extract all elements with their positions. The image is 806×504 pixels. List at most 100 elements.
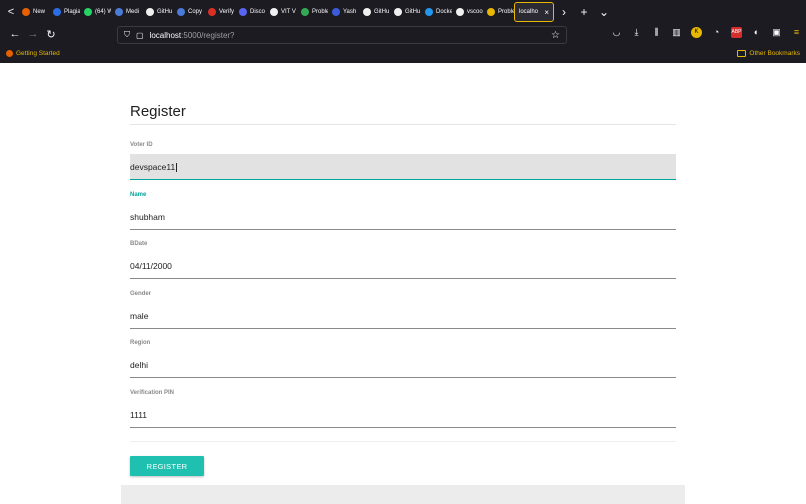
page-icon: ▢ (136, 30, 144, 40)
tab-label: Proble (498, 9, 514, 15)
url-host: localhost (149, 30, 182, 40)
close-icon[interactable]: × (544, 8, 549, 17)
tab-label: Disco (250, 9, 266, 15)
region-input[interactable]: delhi (130, 352, 676, 378)
tab-item[interactable]: Proble (297, 2, 328, 22)
region-field: Region delhi (130, 340, 676, 378)
tab-favicon-icon (208, 8, 216, 16)
container-icon[interactable]: ▣ (771, 27, 782, 38)
bdate-field: BDate 04/11/2000 (130, 241, 676, 279)
tab-favicon-icon (487, 8, 495, 16)
tab-favicon-icon (239, 8, 247, 16)
field-label: Verification PIN (130, 390, 175, 396)
extension-icon[interactable]: ◐ (751, 27, 762, 38)
tab-label: vscoo (467, 9, 483, 15)
adblock-icon[interactable]: ABP (731, 27, 742, 38)
tab-item[interactable]: VIT V (266, 2, 297, 22)
url-bar[interactable]: ⛉ ▢ localhost:5000/register? ☆ (117, 26, 567, 44)
tab-item[interactable]: Proble (483, 2, 514, 22)
title-divider (130, 124, 676, 125)
field-label: Voter ID (130, 142, 153, 148)
sidebar-icon[interactable]: ▥ (671, 27, 682, 38)
tab-item[interactable]: Docke (421, 2, 452, 22)
gender-input[interactable]: male (130, 303, 676, 329)
page-content: Register Voter ID devspace11 Name shubha… (0, 63, 806, 504)
tab-item[interactable]: (64) W (80, 2, 111, 22)
tab-item[interactable]: GitHu (142, 2, 173, 22)
tab-label: Plagia (64, 9, 80, 15)
toolbar: ◡ ⤓ ⫼ ▥ K ◔ ABP ◐ ▣ ≡ (611, 27, 802, 38)
field-label: BDate (130, 241, 148, 247)
gender-field: Gender male (130, 291, 676, 329)
shield-icon: ⛉ (124, 30, 130, 39)
menu-icon[interactable]: ≡ (791, 27, 802, 38)
form-divider (130, 441, 676, 442)
text-caret (176, 163, 178, 173)
tab-item[interactable]: Plagia (49, 2, 80, 22)
tab-label: Yash (343, 9, 357, 15)
tab-favicon-icon (146, 8, 154, 16)
tab-favicon-icon (394, 8, 402, 16)
download-icon[interactable]: ⤓ (631, 27, 642, 38)
tab-scroll-left-button[interactable]: < (4, 0, 18, 24)
bookmark-getting-started[interactable]: Getting Started (16, 50, 60, 57)
extension-icon[interactable]: K (691, 27, 702, 38)
tab-favicon-icon (53, 8, 61, 16)
firefox-icon (6, 50, 13, 57)
tab-favicon-icon (22, 8, 30, 16)
voter-id-field: Voter ID devspace11 (130, 142, 676, 180)
tab-label: Copy (188, 9, 203, 15)
tab-label: GitHu (405, 9, 421, 15)
tab-item[interactable]: Disco (235, 2, 266, 22)
tab-label: Proble (312, 9, 328, 15)
tab-item[interactable]: vscoo (452, 2, 483, 22)
tab-label: (64) W (95, 9, 111, 15)
nav-bar: ← → ↻ ⛉ ▢ localhost:5000/register? ☆ ◡ ⤓… (0, 24, 806, 44)
tab-active[interactable]: localho × (514, 2, 554, 22)
verification-pin-input[interactable]: 1111 (130, 402, 676, 428)
name-field: Name shubham (130, 192, 676, 230)
tab-item[interactable]: Verify (204, 2, 235, 22)
tab-bar: < New Plagia (64) W Medi GitHu Copy Verify Disc… (0, 0, 806, 24)
tab-label: Medi (126, 9, 140, 15)
folder-icon (737, 50, 747, 57)
tab-label: VIT V (281, 9, 296, 15)
tab-item[interactable]: GitHu (390, 2, 421, 22)
pocket-icon[interactable]: ◡ (611, 27, 622, 38)
tab-label: GitHu (374, 9, 390, 15)
back-icon[interactable]: ← (6, 28, 24, 40)
tab-favicon-icon (332, 8, 340, 16)
tab-label: localho (519, 9, 539, 15)
tab-favicon-icon (363, 8, 371, 16)
tab-favicon-icon (115, 8, 123, 16)
forward-icon[interactable]: → (24, 28, 42, 40)
name-input[interactable]: shubham (130, 204, 676, 230)
extension-icon[interactable]: ◔ (711, 27, 722, 38)
tab-favicon-icon (425, 8, 433, 16)
tab-item[interactable]: New (18, 2, 49, 22)
voter-id-input[interactable]: devspace11 (130, 154, 676, 180)
tab-favicon-icon (456, 8, 464, 16)
bookmark-star-icon[interactable]: ☆ (551, 30, 560, 41)
verification-pin-field: Verification PIN 1111 (130, 390, 676, 428)
library-icon[interactable]: ⫼ (651, 27, 662, 38)
tab-item[interactable]: Yash (328, 2, 359, 22)
url-path: :5000/register? (181, 30, 235, 40)
register-button[interactable]: REGISTER (130, 456, 204, 476)
tab-item[interactable]: GitHu (359, 2, 390, 22)
new-tab-button[interactable]: + (574, 5, 594, 19)
bdate-input[interactable]: 04/11/2000 (130, 253, 676, 279)
tab-label: GitHu (157, 9, 173, 15)
page-title: Register (130, 103, 186, 120)
footer-strip (121, 485, 685, 504)
tab-list-button[interactable]: ⌄ (594, 5, 614, 19)
bookmarks-bar: Getting Started Other Bookmarks (0, 44, 806, 63)
tab-favicon-icon (84, 8, 92, 16)
tab-favicon-icon (177, 8, 185, 16)
other-bookmarks[interactable]: Other Bookmarks (737, 50, 800, 57)
tab-item[interactable]: Copy (173, 2, 204, 22)
tab-item[interactable]: Medi (111, 2, 142, 22)
tab-favicon-icon (270, 8, 278, 16)
tab-scroll-right-button[interactable]: › (554, 5, 574, 19)
reload-icon[interactable]: ↻ (42, 28, 60, 41)
